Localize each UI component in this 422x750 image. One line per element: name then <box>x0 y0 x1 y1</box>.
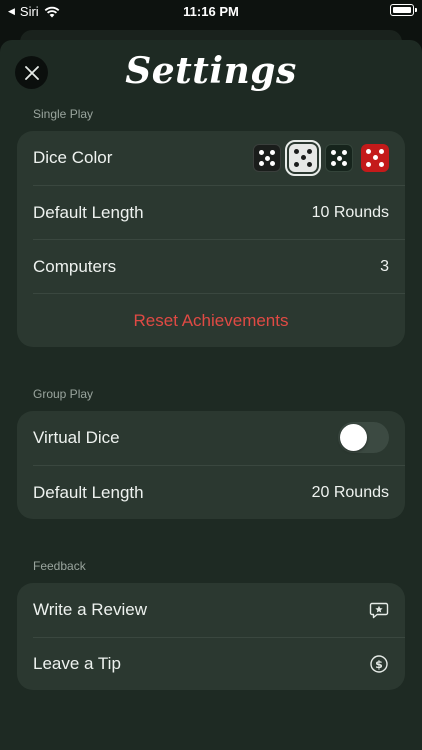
reset-achievements-button[interactable]: Reset Achievements <box>17 294 405 347</box>
computers-label: Computers <box>33 256 117 276</box>
virtual-dice-toggle[interactable] <box>338 422 389 453</box>
dice-color-picker <box>253 139 389 176</box>
svg-text:$: $ <box>375 658 383 671</box>
toggle-knob <box>340 424 367 451</box>
group-play-card: Virtual Dice Default Length 20 Rounds <box>17 411 405 519</box>
section-label-single-play: Single Play <box>33 107 94 121</box>
feedback-card: Write a Review Leave a Tip $ <box>17 583 405 690</box>
reset-achievements-label: Reset Achievements <box>133 310 289 330</box>
virtual-dice-row: Virtual Dice <box>17 411 405 464</box>
status-time: 11:16 PM <box>183 4 239 19</box>
computers-value: 3 <box>380 257 389 275</box>
page-title: Settings <box>125 50 297 92</box>
single-default-length-value: 10 Rounds <box>311 203 389 221</box>
virtual-dice-label: Virtual Dice <box>33 427 120 447</box>
dice-color-row: Dice Color <box>17 131 405 184</box>
single-play-card: Dice Color Default Length 10 Rounds Comp… <box>17 131 405 347</box>
dice-option-white[interactable] <box>285 139 321 176</box>
dice-option-red[interactable] <box>361 143 389 172</box>
group-default-length-label: Default Length <box>33 482 144 502</box>
write-review-row[interactable]: Write a Review <box>17 583 405 636</box>
section-label-group-play: Group Play <box>33 387 94 401</box>
star-bubble-icon <box>369 600 389 620</box>
group-default-length-value: 20 Rounds <box>311 483 389 501</box>
leave-tip-label: Leave a Tip <box>33 653 121 673</box>
dice-option-black[interactable] <box>253 143 281 172</box>
dollar-circle-icon: $ <box>369 654 389 674</box>
group-default-length-row[interactable]: Default Length 20 Rounds <box>17 466 405 519</box>
single-default-length-label: Default Length <box>33 202 144 222</box>
computers-row[interactable]: Computers 3 <box>17 240 405 293</box>
write-review-label: Write a Review <box>33 599 147 619</box>
leave-tip-row[interactable]: Leave a Tip $ <box>17 637 405 690</box>
status-bar: ◀ Siri 11:16 PM <box>0 0 422 24</box>
dice-option-dark-green[interactable] <box>325 143 353 172</box>
single-default-length-row[interactable]: Default Length 10 Rounds <box>17 186 405 239</box>
section-label-feedback: Feedback <box>33 559 86 573</box>
dice-color-label: Dice Color <box>33 147 113 167</box>
battery-icon <box>390 4 417 16</box>
